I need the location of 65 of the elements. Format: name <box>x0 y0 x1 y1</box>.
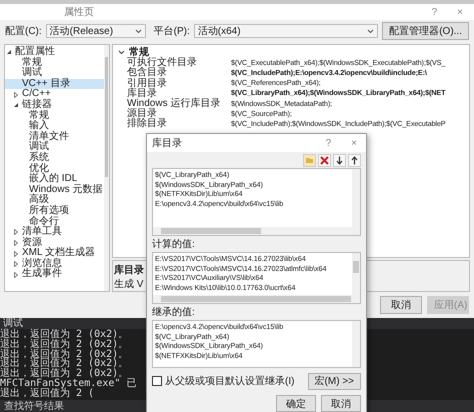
expanded-triangle-icon <box>13 102 19 108</box>
output-line: MFCTanFanSystem.exe" 已退出，返回值为 2 ( <box>0 378 138 399</box>
tree-item[interactable]: 清单工具 <box>5 227 104 238</box>
scrollbar[interactable] <box>352 321 360 367</box>
tree-item[interactable]: 生成事件 <box>5 269 104 280</box>
output-line: 退出，返回值为 2 (0x2)。 <box>0 369 128 379</box>
close-button[interactable]: × <box>346 138 362 148</box>
platform-dropdown[interactable]: 活动(x64) <box>194 24 378 38</box>
tree-item[interactable]: 高级 <box>5 195 104 206</box>
output-title[interactable]: 调试 <box>3 318 23 329</box>
configuration-manager-button[interactable]: 配置管理器(O)... <box>382 22 469 40</box>
output-line: 退出，返回值为 2 (0x2)。 <box>0 340 130 350</box>
tree-item[interactable]: 配置属性 <box>5 47 104 58</box>
tree-item[interactable]: Windows 元数据 <box>5 184 104 196</box>
output-line: 退出，返回值为 2 (0x2)。 <box>0 330 130 340</box>
close-button[interactable]: × <box>452 6 468 18</box>
output-line: 退出，返回值为 2 (0x2)。 <box>0 350 130 360</box>
scrollbar[interactable] <box>352 169 360 227</box>
find-symbol-results-tab[interactable]: 查找符号结果 <box>4 399 64 412</box>
property-name: 库目录 <box>126 88 157 99</box>
tree-item[interactable]: XML 文档生成器 <box>5 248 104 259</box>
tree-item[interactable]: 输入 <box>5 121 104 132</box>
configuration-dropdown[interactable]: 活动(Release) <box>46 24 146 38</box>
section-header[interactable]: 常规 <box>115 47 469 58</box>
dialog-title: 库目录 <box>152 136 182 150</box>
cancel-button[interactable]: 取消 <box>380 296 422 314</box>
delete-icon[interactable] <box>318 154 331 166</box>
checkbox[interactable] <box>152 376 162 386</box>
ok-button[interactable]: 确定 <box>276 395 316 412</box>
property-name: 包含目录 <box>126 66 168 78</box>
evaluated-label: 计算的值: <box>152 238 196 252</box>
configuration-label: 配置(C): <box>5 24 42 38</box>
window-title: 属性页 <box>64 6 94 19</box>
tree-item[interactable]: 常规 <box>5 110 104 122</box>
move-down-icon[interactable] <box>333 154 346 166</box>
cancel-button[interactable]: 取消 <box>321 395 361 412</box>
chevron-down-icon <box>118 48 125 56</box>
chevron-down-icon <box>134 28 142 34</box>
platform-label: 平台(P): <box>154 24 190 38</box>
chevron-down-icon <box>367 28 374 34</box>
tree-item[interactable]: 调试 <box>5 68 104 79</box>
tree-item[interactable]: C/C++ <box>5 89 104 100</box>
scrollbar[interactable] <box>104 45 109 291</box>
property-name: Windows 运行库目录 <box>126 98 222 110</box>
tree-item[interactable]: 链接器 <box>5 100 104 111</box>
help-button[interactable]: ? <box>320 138 336 148</box>
move-up-icon[interactable] <box>348 154 361 166</box>
property-name: 引用目录 <box>126 76 168 89</box>
scrollbar[interactable] <box>153 227 360 235</box>
macros-button[interactable]: 宏(M) >> <box>308 372 361 390</box>
checkbox-label[interactable]: 从父级或项目默认设置继承(I) <box>165 374 294 388</box>
tree-item[interactable]: 所有选项 <box>5 206 104 216</box>
tree-item[interactable]: 系统 <box>5 152 104 164</box>
property-name: 排除目录 <box>126 118 168 130</box>
scrollbar[interactable] <box>352 253 360 295</box>
tree-item[interactable]: VC++ 目录 <box>5 78 104 90</box>
tree-item[interactable]: 嵌入的 IDL <box>5 174 104 185</box>
help-button[interactable]: ? <box>426 6 442 18</box>
description-title: 库目录 <box>114 263 144 277</box>
collapsed-triangle-icon <box>13 92 19 98</box>
inherited-label: 继承的值: <box>152 306 196 320</box>
tree-item[interactable]: 调试 <box>5 142 104 153</box>
expanded-triangle-icon <box>6 49 12 56</box>
description-text: 生成 V <box>114 278 144 291</box>
scrollbar[interactable] <box>153 295 360 303</box>
